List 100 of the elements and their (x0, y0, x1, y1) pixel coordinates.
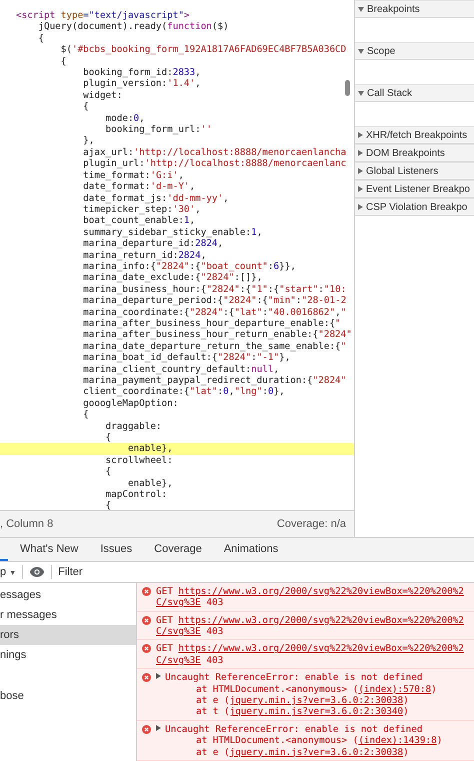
code-line: { (82, 101, 89, 113)
source-link[interactable]: (index):1439:8 (358, 735, 437, 746)
code-line: client_coordinate:{"lat":0,"lng":0}, (82, 386, 285, 398)
code-line: boat_count_enable:1, (82, 215, 196, 227)
request-url-link[interactable]: C/svg%3E (156, 654, 201, 666)
drawer-tab[interactable]: Issues (90, 538, 142, 561)
error-icon (142, 673, 151, 682)
stack-frame: ) (436, 735, 442, 746)
status-code: 403 (206, 654, 224, 666)
code-line: summary_sidebar_sticky_enable:1, (82, 226, 262, 238)
drawer-tab[interactable]: Animations (214, 538, 288, 561)
code-line: draggable: (104, 420, 162, 432)
error-text: Uncaught ReferenceError: enable is not defined (165, 672, 422, 684)
code-line: ajax_url:'http://localhost:8888/menorcaenlancha (82, 146, 346, 158)
stack-frame: ) (403, 746, 409, 758)
code-line: marina_coordinate:{"2824":{"lat":"40.0016862"," (82, 306, 346, 318)
error-text: Uncaught ReferenceError: enable is not defined (165, 724, 422, 735)
pane-header[interactable]: CSP Violation Breakpo (355, 198, 474, 216)
code-line: <script type="text/javascript"> (15, 10, 190, 22)
code-line: marina_date_exclude:{"2824":[]}, (82, 272, 262, 284)
stack-frame: at HTMLDocument.<anonymous> ( (196, 735, 358, 746)
code-line: { (104, 500, 112, 510)
request-method: GET (156, 614, 173, 626)
request-method: GET (156, 643, 173, 654)
code-line: { (104, 432, 112, 444)
triangle-icon (358, 204, 363, 210)
code-line: jQuery(document).ready(function($) (37, 21, 229, 33)
code-line: marina_after_business_hour_return_enable:{"2824" (82, 329, 352, 341)
pane-header[interactable]: Global Listeners (355, 162, 474, 180)
triangle-icon (358, 186, 363, 192)
stack-frame: ) (431, 684, 437, 695)
code-line: plugin_version:'1.4', (82, 78, 201, 90)
triangle-icon (358, 150, 363, 156)
message-filter-item[interactable]: essages (0, 584, 136, 605)
error-icon (142, 644, 151, 654)
code-line: plugin_url:'http://localhost:8888/menorcaenlanc (82, 158, 346, 170)
pane-header[interactable]: DOM Breakpoints (355, 144, 474, 162)
pane-header[interactable]: Scope (355, 42, 474, 60)
message-filter-item[interactable]: nings (0, 644, 136, 665)
code-line: mapControl: (104, 489, 168, 500)
code-line: { (60, 56, 66, 68)
expand-triangle-icon[interactable] (156, 724, 161, 731)
drawer-tab[interactable]: What's New (10, 538, 88, 561)
code-line: marina_boat_id_default:{"2824":"-1"}, (82, 352, 290, 364)
stack-frame: at e ( (196, 694, 230, 706)
error-icon (142, 724, 151, 734)
request-url-link[interactable]: C/svg%3E (156, 597, 201, 608)
code-line: { (104, 466, 112, 478)
status-code: 403 (206, 597, 224, 608)
source-link[interactable]: (index):570:8 (358, 684, 432, 695)
code-line: marina_payment_paypal_redirect_duration:{"2824" (82, 375, 346, 386)
code-line: mode:0, (104, 112, 145, 124)
code-line: date_format:'d-m-Y', (82, 181, 196, 192)
code-line: booking_form_url:'' (104, 124, 212, 136)
message-filter-item[interactable]: rors (0, 624, 136, 645)
code-line: time_format:'G:i', (82, 170, 184, 182)
message-filter-item[interactable]: r messages (0, 604, 136, 625)
code-line: marina_after_business_hour_departure_enable:{" (82, 318, 341, 330)
eye-icon[interactable] (29, 566, 46, 578)
triangle-icon (358, 132, 363, 138)
request-url-link[interactable]: https://www.w3.org/2000/svg%22%20viewBox=%220%200%2 (178, 586, 464, 597)
source-link[interactable]: jquery.min.js?ver=3.6.0:2:30340 (230, 706, 404, 718)
code-line: enable}, (126, 478, 173, 490)
triangle-icon (358, 168, 363, 174)
scrollbar-thumb[interactable] (345, 80, 350, 96)
stack-frame: at e ( (196, 746, 230, 758)
code-line: gooogleMapOption: (82, 398, 178, 410)
code-line: widget: (82, 90, 122, 102)
code-line: $('#bcbs_booking_form_192A1817A6FAD69EC4BF7B5A036CD (60, 44, 346, 56)
error-icon (142, 586, 151, 596)
source-link[interactable]: jquery.min.js?ver=3.6.0:2:30038 (230, 694, 404, 706)
code-line: marina_date_departure_return_the_same_enable:{" (82, 340, 346, 352)
triangle-icon (358, 48, 364, 54)
triangle-icon (358, 90, 364, 96)
request-url-link[interactable]: https://www.w3.org/2000/svg%22%20viewBox=%220%200%2 (178, 614, 464, 626)
request-method: GET (156, 586, 173, 597)
stack-frame: ) (403, 706, 409, 718)
code-line: marina_return_id:2824, (82, 250, 206, 261)
pane-header[interactable]: Call Stack (355, 84, 474, 102)
coverage-status: Coverage: n/a (276, 518, 346, 530)
status-code: 403 (206, 626, 224, 637)
code-line: scrollwheel: (104, 454, 173, 466)
request-url-link[interactable]: https://www.w3.org/2000/svg%22%20viewBox=%220%200%2 (178, 643, 464, 654)
code-line: marina_info:{"2824":{"boat_count":6}}, (82, 260, 296, 272)
request-url-link[interactable]: C/svg%3E (156, 626, 201, 637)
code-line: }, (82, 135, 94, 147)
pane-header[interactable]: Breakpoints (355, 0, 474, 18)
stack-frame: at HTMLDocument.<anonymous> ( (196, 684, 358, 695)
source-link[interactable]: jquery.min.js?ver=3.6.0:2:30038 (230, 746, 404, 758)
pane-header[interactable]: Event Listener Breakpo (355, 180, 474, 198)
code-line: { (37, 32, 44, 44)
drawer-tab[interactable]: Coverage (144, 538, 212, 561)
error-icon (142, 616, 151, 625)
code-line: marina_departure_period:{"2824":{"min":"28-01-2 (82, 295, 346, 307)
code-line: date_format_js:'dd-mm-yy', (82, 192, 229, 204)
message-filter-item[interactable]: bose (0, 686, 136, 706)
expand-triangle-icon[interactable] (156, 673, 161, 680)
code-line: marina_client_country_default:null, (82, 364, 280, 375)
pane-header[interactable]: XHR/fetch Breakpoints (355, 126, 474, 144)
stack-frame: ) (403, 694, 409, 706)
